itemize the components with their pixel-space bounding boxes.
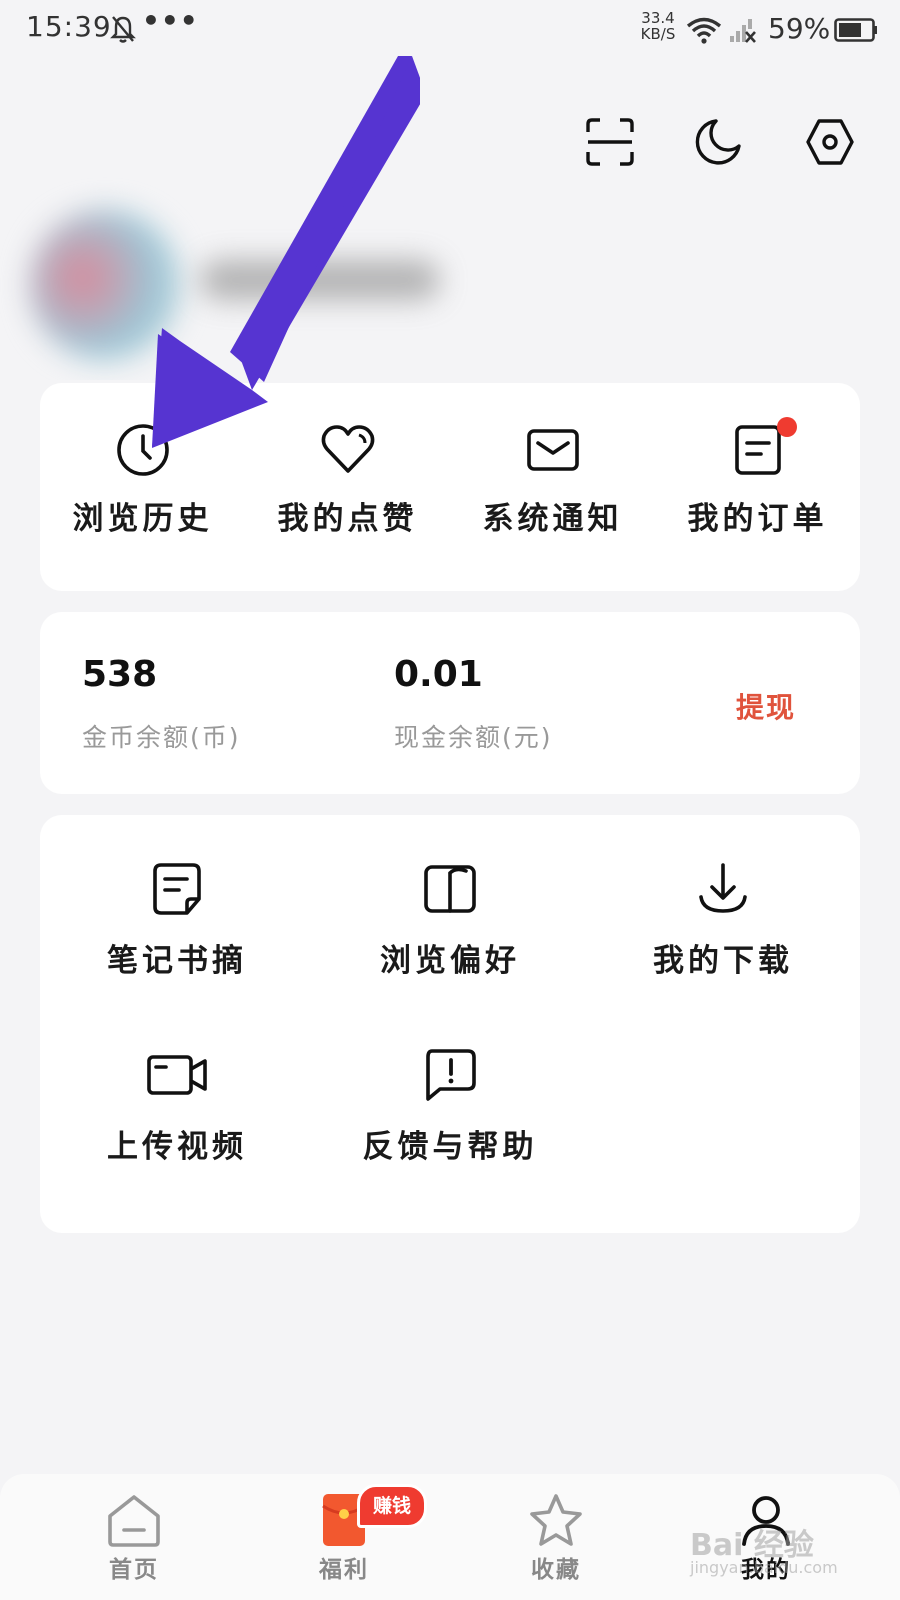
likes-label: 我的点赞	[277, 501, 418, 537]
watermark-url: jingyan.baidu.com	[690, 1558, 838, 1577]
tools-card: 笔记书摘 浏览偏好 我的下载 上传视频 反馈与帮助	[40, 815, 860, 1233]
coins-label: 金币余额(币)	[82, 723, 241, 752]
video-icon	[147, 1055, 207, 1095]
notifications-label: 系统通知	[482, 501, 623, 537]
settings-icon[interactable]	[804, 116, 856, 168]
notes-label: 笔记书摘	[107, 943, 247, 979]
orders-button[interactable]: 我的订单	[655, 421, 860, 538]
mail-icon	[526, 429, 579, 471]
network-speed: 33.4 KB/S	[636, 10, 680, 42]
note-icon	[153, 863, 201, 915]
download-icon	[699, 863, 747, 913]
balance-card: 538 金币余额(币) 0.01 现金余额(元) 提现	[40, 612, 860, 794]
night-mode-icon[interactable]	[692, 116, 744, 168]
withdraw-button[interactable]: 提现	[736, 686, 796, 726]
network-speed-value: 33.4	[641, 9, 675, 27]
orders-label: 我的订单	[687, 501, 828, 537]
feedback-label: 反馈与帮助	[362, 1129, 538, 1165]
feedback-icon	[426, 1049, 476, 1101]
nav-home-label: 首页	[109, 1557, 159, 1583]
nav-welfare-label: 福利	[319, 1557, 369, 1583]
preferences-button[interactable]: 浏览偏好	[313, 861, 587, 980]
network-speed-unit: KB/S	[640, 25, 676, 43]
feedback-button[interactable]: 反馈与帮助	[313, 1047, 587, 1166]
bell-off-icon	[110, 16, 136, 43]
cash-label: 现金余额(元)	[394, 723, 553, 752]
battery-icon	[834, 18, 877, 42]
nav-favorites-label: 收藏	[531, 1557, 581, 1583]
downloads-label: 我的下载	[653, 943, 793, 979]
history-label: 浏览历史	[72, 501, 213, 537]
book-icon	[424, 865, 476, 913]
status-time: 15:39	[26, 10, 112, 43]
preferences-label: 浏览偏好	[380, 943, 520, 979]
order-badge-dot	[777, 417, 797, 437]
annotation-arrow	[152, 56, 420, 448]
star-icon	[530, 1494, 582, 1546]
home-icon	[108, 1495, 160, 1547]
notifications-button[interactable]: 系统通知	[450, 421, 655, 538]
battery-percent: 59%	[768, 12, 831, 45]
nav-home[interactable]: 首页	[64, 1492, 204, 1584]
signal-icon	[730, 19, 756, 43]
coins-value[interactable]: 538	[82, 654, 157, 695]
wifi-icon	[686, 17, 722, 44]
notes-button[interactable]: 笔记书摘	[40, 861, 314, 980]
nav-favorites[interactable]: 收藏	[486, 1492, 626, 1584]
more-dots: •••	[142, 4, 199, 37]
scan-icon[interactable]	[584, 116, 636, 168]
cash-value[interactable]: 0.01	[394, 654, 483, 695]
downloads-button[interactable]: 我的下载	[586, 861, 860, 980]
upload-video-button[interactable]: 上传视频	[40, 1047, 314, 1166]
earn-badge: 赚钱	[357, 1484, 427, 1528]
upload-video-label: 上传视频	[107, 1129, 247, 1165]
